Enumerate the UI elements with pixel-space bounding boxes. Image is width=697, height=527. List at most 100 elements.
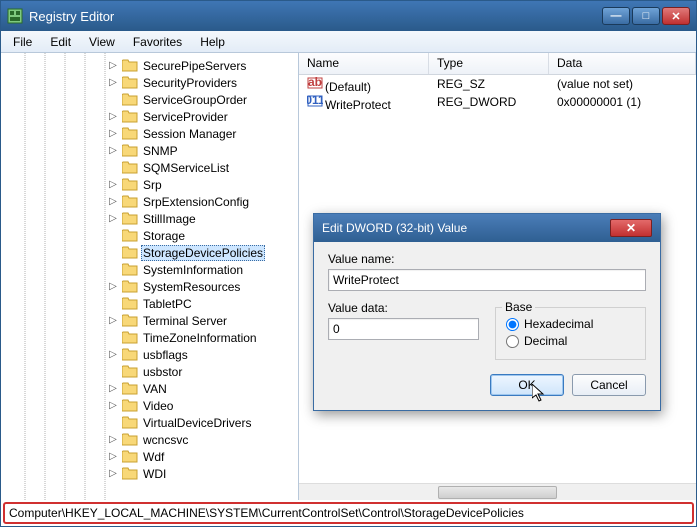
tree-item[interactable]: StorageDevicePolicies: [1, 244, 298, 261]
minimize-button[interactable]: —: [602, 7, 630, 25]
folder-icon: [122, 229, 138, 242]
tree-item-label: SystemInformation: [141, 263, 245, 277]
tree-item-label: SecurityProviders: [141, 76, 239, 90]
tree-item[interactable]: ▷ VAN: [1, 380, 298, 397]
expand-icon[interactable]: ▷: [107, 349, 119, 360]
tree-item-label: ServiceGroupOrder: [141, 93, 249, 107]
svg-text:ab: ab: [308, 75, 322, 89]
ok-button[interactable]: OK: [490, 374, 564, 396]
radio-hexadecimal[interactable]: [506, 318, 519, 331]
menu-edit[interactable]: Edit: [42, 33, 79, 51]
tree-item[interactable]: ▷ Srp: [1, 176, 298, 193]
tree-item-label: wcncsvc: [141, 433, 190, 447]
tree-item[interactable]: ▷ Session Manager: [1, 125, 298, 142]
value-name-field[interactable]: [328, 269, 646, 291]
folder-icon: [122, 127, 138, 140]
tree-item-label: VAN: [141, 382, 169, 396]
value-data: (value not set): [553, 77, 696, 91]
dialog-close-button[interactable]: ✕: [610, 219, 652, 237]
expand-icon[interactable]: ▷: [107, 434, 119, 445]
tree-item[interactable]: TimeZoneInformation: [1, 329, 298, 346]
value-data: 0x00000001 (1): [553, 95, 696, 109]
tree-item[interactable]: ▷StillImage: [1, 210, 298, 227]
folder-icon: [122, 348, 138, 361]
list-header: Name Type Data: [299, 53, 696, 75]
menu-help[interactable]: Help: [192, 33, 233, 51]
folder-icon: [122, 161, 138, 174]
close-button[interactable]: ✕: [662, 7, 690, 25]
tree-pane[interactable]: ▷SecurePipeServers▷SecurityProvidersServ…: [1, 53, 299, 500]
tree-item[interactable]: ▷ SecurityProviders: [1, 74, 298, 91]
tree-item[interactable]: ▷SNMP: [1, 142, 298, 159]
tree-item[interactable]: ▷Terminal Server: [1, 312, 298, 329]
col-header-name[interactable]: Name: [299, 53, 429, 74]
tree-item[interactable]: ▷ServiceProvider: [1, 108, 298, 125]
expand-icon[interactable]: ▷: [107, 196, 119, 207]
tree-item[interactable]: ▷Wdf: [1, 448, 298, 465]
cancel-button[interactable]: Cancel: [572, 374, 646, 396]
tree-item-label: Video: [141, 399, 175, 413]
tree-item[interactable]: TabletPC: [1, 295, 298, 312]
tree-item-label: usbstor: [141, 365, 184, 379]
expand-icon[interactable]: ▷: [107, 60, 119, 71]
base-legend: Base: [502, 300, 535, 314]
tree-item[interactable]: ▷usbflags: [1, 346, 298, 363]
tree-item[interactable]: Storage: [1, 227, 298, 244]
list-row[interactable]: 011WriteProtectREG_DWORD0x00000001 (1): [299, 93, 696, 111]
base-group: Base Hexadecimal Decimal: [495, 307, 646, 360]
tree-item[interactable]: SystemInformation: [1, 261, 298, 278]
col-header-type[interactable]: Type: [429, 53, 549, 74]
app-icon: [7, 8, 23, 24]
menu-favorites[interactable]: Favorites: [125, 33, 190, 51]
expand-icon[interactable]: ▷: [107, 315, 119, 326]
tree-item[interactable]: usbstor: [1, 363, 298, 380]
folder-icon: [122, 144, 138, 157]
tree-item[interactable]: ▷SystemResources: [1, 278, 298, 295]
folder-icon: [122, 416, 138, 429]
expand-icon[interactable]: ▷: [107, 213, 119, 224]
tree-item[interactable]: ▷ wcncsvc: [1, 431, 298, 448]
tree-item[interactable]: ▷ Video: [1, 397, 298, 414]
expand-icon[interactable]: ▷: [107, 468, 119, 479]
tree-item-label: Session Manager: [141, 127, 238, 141]
horizontal-scrollbar[interactable]: [299, 483, 696, 500]
expand-icon[interactable]: ▷: [107, 451, 119, 462]
tree-item[interactable]: ServiceGroupOrder: [1, 91, 298, 108]
folder-icon: [122, 178, 138, 191]
list-row[interactable]: ab(Default)REG_SZ(value not set): [299, 75, 696, 93]
radio-decimal[interactable]: [506, 335, 519, 348]
tree-item-label: VirtualDeviceDrivers: [141, 416, 253, 430]
expand-icon[interactable]: ▷: [107, 179, 119, 190]
tree-item[interactable]: ▷SecurePipeServers: [1, 57, 298, 74]
expand-icon[interactable]: ▷: [107, 400, 119, 411]
expand-icon[interactable]: ▷: [107, 128, 119, 139]
folder-icon: [122, 195, 138, 208]
value-data-field[interactable]: [328, 318, 479, 340]
expand-icon[interactable]: ▷: [107, 111, 119, 122]
tree-item-label: Srp: [141, 178, 164, 192]
tree-item[interactable]: SQMServiceList: [1, 159, 298, 176]
menu-view[interactable]: View: [81, 33, 123, 51]
value-type: REG_SZ: [433, 77, 553, 91]
tree-item[interactable]: ▷ WDI: [1, 465, 298, 482]
tree-item-label: WDI: [141, 467, 168, 481]
expand-icon[interactable]: ▷: [107, 77, 119, 88]
string-value-icon: ab: [307, 75, 323, 91]
expand-icon[interactable]: ▷: [107, 383, 119, 394]
scrollbar-thumb[interactable]: [438, 486, 557, 499]
window-title: Registry Editor: [29, 9, 602, 24]
dword-value-icon: 011: [307, 93, 323, 109]
dialog-titlebar[interactable]: Edit DWORD (32-bit) Value ✕: [314, 214, 660, 242]
tree-item[interactable]: VirtualDeviceDrivers: [1, 414, 298, 431]
expand-icon[interactable]: ▷: [107, 281, 119, 292]
expand-icon[interactable]: ▷: [107, 145, 119, 156]
tree-item[interactable]: ▷SrpExtensionConfig: [1, 193, 298, 210]
col-header-data[interactable]: Data: [549, 53, 696, 74]
path-display: Computer\HKEY_LOCAL_MACHINE\SYSTEM\Curre…: [9, 506, 524, 520]
menubar: File Edit View Favorites Help: [1, 31, 696, 53]
titlebar[interactable]: Registry Editor — □ ✕: [1, 1, 696, 31]
maximize-button[interactable]: □: [632, 7, 660, 25]
menu-file[interactable]: File: [5, 33, 40, 51]
folder-icon: [122, 212, 138, 225]
folder-icon: [122, 76, 138, 89]
